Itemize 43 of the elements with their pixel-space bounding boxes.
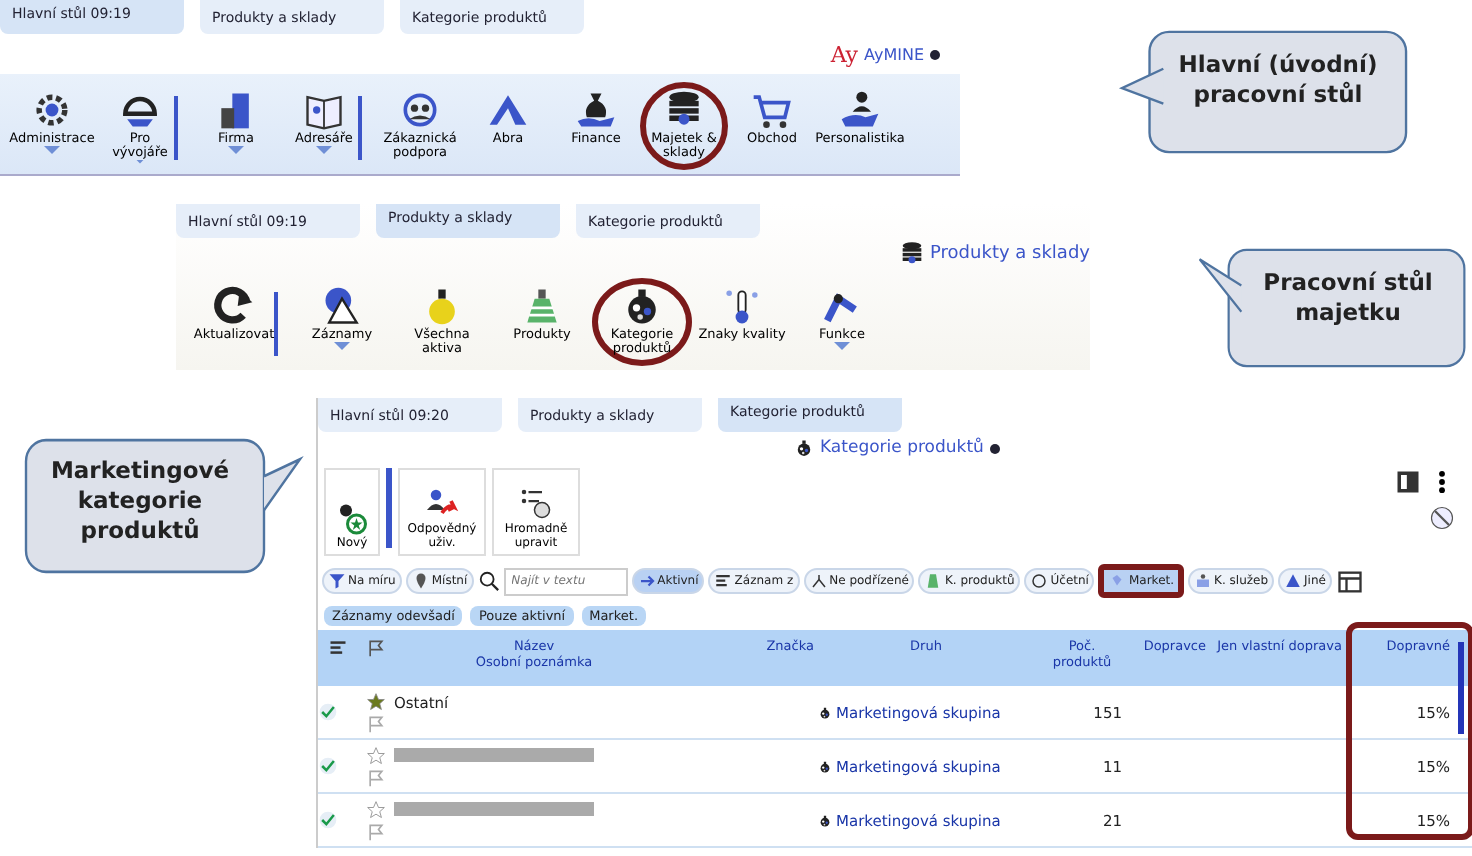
caret-icon xyxy=(228,146,244,155)
star-icon[interactable] xyxy=(366,691,386,711)
callout-text: Hlavní (úvodní) pracovní stůl xyxy=(1176,50,1380,110)
caret-icon xyxy=(44,146,60,155)
scrollbar[interactable] xyxy=(1458,642,1464,734)
star-icon[interactable] xyxy=(366,799,386,819)
flask-icon xyxy=(924,572,943,590)
map-pin-icon xyxy=(411,572,430,590)
page-title: Kategorie produktů xyxy=(820,438,984,458)
flask-icon xyxy=(818,759,832,773)
thermometer-icon xyxy=(720,284,764,328)
flask-icon xyxy=(818,813,832,827)
caret-icon xyxy=(834,342,850,351)
funnel-icon xyxy=(328,572,346,590)
play-icon xyxy=(637,572,656,590)
money-bag-icon xyxy=(574,88,618,132)
logo-text: AyMINE xyxy=(864,45,924,63)
flask-icon xyxy=(794,438,814,458)
checklist-icon[interactable] xyxy=(328,638,348,658)
info-icon xyxy=(930,49,940,59)
person-on-hand-icon xyxy=(838,88,882,132)
callout-text: Marketingové kategorie produktů xyxy=(48,456,232,546)
star-icon[interactable] xyxy=(366,745,386,765)
search-icon[interactable] xyxy=(477,570,500,592)
database-icon xyxy=(898,240,927,268)
table-settings-icon[interactable] xyxy=(1335,567,1364,595)
gear-icon xyxy=(30,88,74,132)
layout-icon[interactable] xyxy=(1394,468,1422,496)
caret-icon xyxy=(334,342,350,351)
info-icon xyxy=(989,443,1000,453)
triangle-icon xyxy=(1284,572,1303,590)
ball-and-cone-icon xyxy=(320,284,364,328)
section-title: Produkty a sklady xyxy=(930,244,1090,264)
list-icon xyxy=(714,572,733,590)
flask-icon xyxy=(818,705,832,719)
logo-mark: Ay xyxy=(830,41,859,67)
flask-with-star-icon xyxy=(334,500,370,536)
caret-icon xyxy=(316,146,332,155)
refresh-icon xyxy=(212,284,256,328)
caret-icon xyxy=(132,160,148,164)
crossed-circle-icon[interactable] xyxy=(1428,504,1456,532)
flag-icon[interactable] xyxy=(366,638,386,658)
callout-text: Pracovní stůl majetku xyxy=(1261,268,1435,328)
